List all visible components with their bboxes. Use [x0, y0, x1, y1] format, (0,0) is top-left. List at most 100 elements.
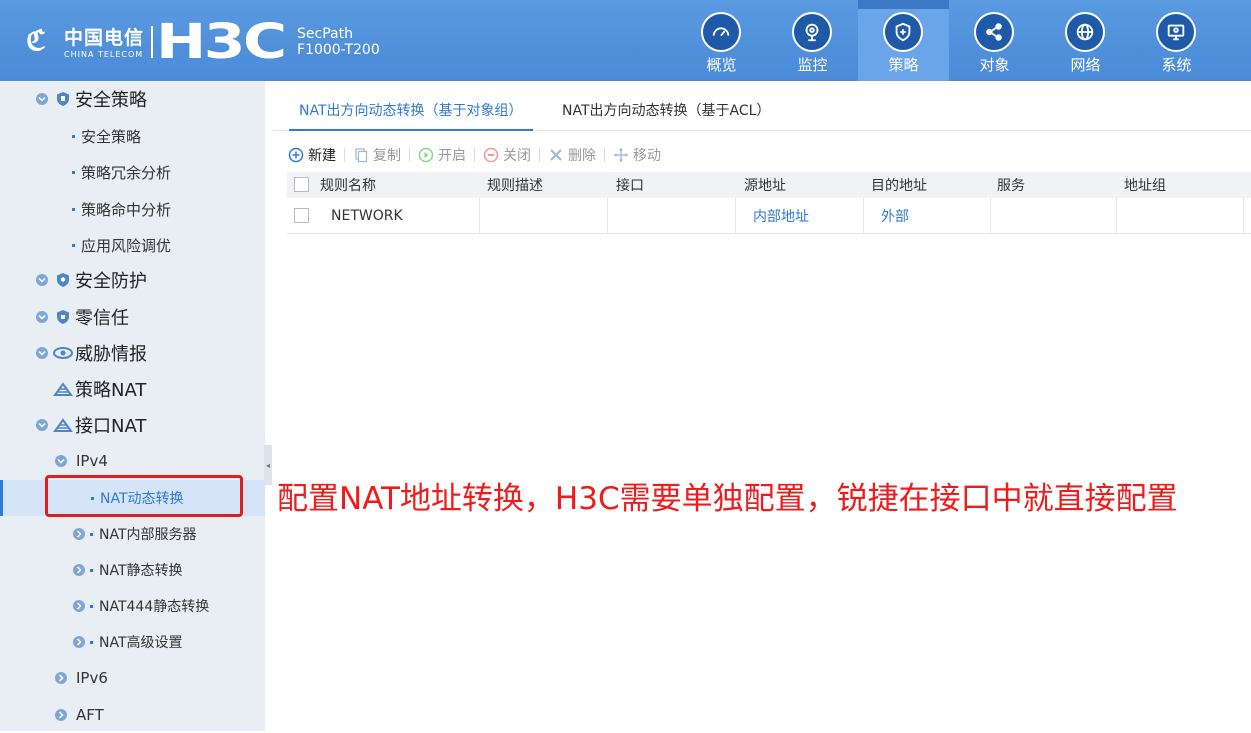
nav-system[interactable]: 系统 — [1131, 0, 1222, 81]
tab-acl[interactable]: NAT出方向动态转换（基于ACL） — [552, 91, 780, 131]
sidebar-item-label: 接口NAT — [75, 416, 147, 437]
expand-icon[interactable] — [73, 600, 85, 612]
sidebar-group-zero-trust[interactable]: 零信任 — [0, 299, 265, 335]
nav-monitor[interactable]: 监控 — [767, 0, 858, 81]
source-address-link[interactable]: 内部地址 — [736, 198, 864, 233]
column-header[interactable]: 接口 — [616, 172, 644, 198]
move-label: 移动 — [633, 148, 661, 164]
nav-policy[interactable]: 策略 — [858, 0, 949, 81]
toolbar: 新建 复制 开启 关闭 删除 移动 — [288, 144, 667, 166]
sidebar-item-nat-advanced[interactable]: NAT高级设置 — [0, 624, 265, 660]
stop-icon — [483, 147, 499, 163]
nav-label: 系统 — [1161, 56, 1192, 74]
sidebar-item-nat444-static[interactable]: NAT444静态转换 — [0, 588, 265, 624]
destination-address-link[interactable]: 外部 — [864, 198, 991, 233]
annotation-highlight-box — [45, 475, 243, 517]
column-header[interactable]: 规则描述 — [487, 172, 543, 198]
bullet-icon — [72, 207, 75, 211]
sidebar-item-label: NAT静态转换 — [99, 563, 183, 579]
sidebar-item-label: IPv4 — [76, 452, 108, 470]
disable-button[interactable]: 关闭 — [483, 145, 531, 165]
table-cell — [608, 198, 736, 233]
column-header[interactable]: 源地址 — [744, 172, 786, 198]
expand-icon[interactable] — [55, 455, 67, 467]
sidebar-group-ipv6[interactable]: IPv6 — [0, 660, 265, 696]
eye-icon — [53, 347, 73, 359]
expand-icon[interactable] — [55, 709, 67, 721]
toolbar-divider — [604, 148, 605, 162]
sidebar-item-redundancy-analysis[interactable]: 策略冗余分析 — [0, 154, 265, 190]
bullet-icon — [72, 243, 75, 247]
telecom-mark: ℭ — [26, 24, 46, 57]
expand-icon[interactable] — [36, 419, 48, 431]
product-name: SecPath F1000-T200 — [297, 26, 380, 58]
expand-icon[interactable] — [36, 311, 48, 323]
sidebar-item-policy-nat[interactable]: 策略NAT — [0, 371, 265, 407]
sidebar-item-hit-analysis[interactable]: 策略命中分析 — [0, 191, 265, 227]
column-header[interactable]: 目的地址 — [871, 172, 927, 198]
add-icon — [288, 147, 304, 163]
sidebar-collapse-handle[interactable]: ◂ — [264, 445, 272, 485]
sidebar-item-security-policy[interactable]: 安全策略 — [0, 118, 265, 154]
sidebar-group-aft[interactable]: AFT — [0, 697, 265, 733]
product-line: SecPath — [297, 26, 353, 42]
sidebar-group-ipv4[interactable]: IPv4 — [0, 443, 265, 479]
copy-label: 复制 — [373, 148, 401, 164]
share-icon — [974, 12, 1014, 52]
delete-label: 删除 — [568, 148, 596, 164]
expand-icon[interactable] — [36, 93, 48, 105]
bullet-icon — [90, 604, 93, 608]
camera-icon — [792, 12, 832, 52]
sidebar-item-app-risk-tuning[interactable]: 应用风险调优 — [0, 227, 265, 263]
sidebar-item-nat-server[interactable]: NAT内部服务器 — [0, 516, 265, 552]
sidebar-group-threat-intel[interactable]: 威胁情报 — [0, 335, 265, 371]
nav-label: 监控 — [797, 56, 828, 74]
expand-icon[interactable] — [36, 274, 48, 286]
select-all-checkbox[interactable] — [294, 177, 309, 192]
table-cell — [991, 198, 1117, 233]
delete-button[interactable]: 删除 — [548, 145, 596, 165]
shield-icon — [57, 310, 69, 324]
sidebar-item-nat-static[interactable]: NAT静态转换 — [0, 552, 265, 588]
sidebar-group-security-policy[interactable]: 安全策略 — [0, 81, 265, 117]
table-cell: NETWORK — [287, 198, 480, 233]
sidebar-item-label: 安全策略 — [81, 127, 142, 146]
bullet-icon — [90, 640, 93, 644]
shield-icon — [57, 92, 69, 106]
sidebar-item-label: 策略冗余分析 — [81, 163, 172, 182]
nav-overview[interactable]: 概览 — [676, 0, 767, 81]
new-button[interactable]: 新建 — [288, 145, 336, 165]
sidebar-group-interface-nat[interactable]: 接口NAT — [0, 407, 265, 443]
sidebar-item-label: NAT444静态转换 — [99, 599, 210, 615]
sidebar-item-label: 策略命中分析 — [81, 200, 172, 219]
shield-icon — [883, 12, 923, 52]
sidebar-item-label: 策略NAT — [75, 380, 147, 401]
play-icon — [418, 147, 434, 163]
tab-bar: NAT出方向动态转换（基于对象组） NAT出方向动态转换（基于ACL） — [273, 91, 1251, 131]
nav-network[interactable]: 网络 — [1040, 0, 1131, 81]
expand-icon[interactable] — [73, 528, 85, 540]
main-content: NAT出方向动态转换（基于对象组） NAT出方向动态转换（基于ACL） 新建 复… — [273, 81, 1251, 731]
disable-label: 关闭 — [503, 148, 531, 164]
top-header: ℭ 中国电信 CHINA TELECOM H3C SecPath F1000-T… — [0, 0, 1251, 81]
table-row[interactable]: NETWORK 内部地址 外部 — [287, 198, 1251, 234]
column-header[interactable]: 服务 — [997, 172, 1025, 198]
nav-label: 策略 — [888, 56, 919, 74]
sidebar-group-security-protection[interactable]: 安全防护 — [0, 262, 265, 298]
toolbar-divider — [344, 148, 345, 162]
nav-object[interactable]: 对象 — [949, 0, 1040, 81]
expand-icon[interactable] — [73, 564, 85, 576]
copy-button[interactable]: 复制 — [353, 145, 401, 165]
move-button[interactable]: 移动 — [613, 145, 661, 165]
enable-button[interactable]: 开启 — [418, 145, 466, 165]
expand-icon[interactable] — [55, 672, 67, 684]
expand-icon[interactable] — [73, 636, 85, 648]
telecom-name-en: CHINA TELECOM — [64, 50, 144, 59]
top-nav: 概览 监控 策略 对象 网络 系统 — [676, 0, 1222, 81]
column-header[interactable]: 规则名称 — [320, 172, 376, 198]
column-header[interactable]: 地址组 — [1124, 172, 1166, 198]
enable-label: 开启 — [438, 148, 466, 164]
expand-icon[interactable] — [36, 347, 48, 359]
telecom-name-cn: 中国电信 — [64, 27, 145, 49]
tab-object-group[interactable]: NAT出方向动态转换（基于对象组） — [289, 91, 533, 131]
